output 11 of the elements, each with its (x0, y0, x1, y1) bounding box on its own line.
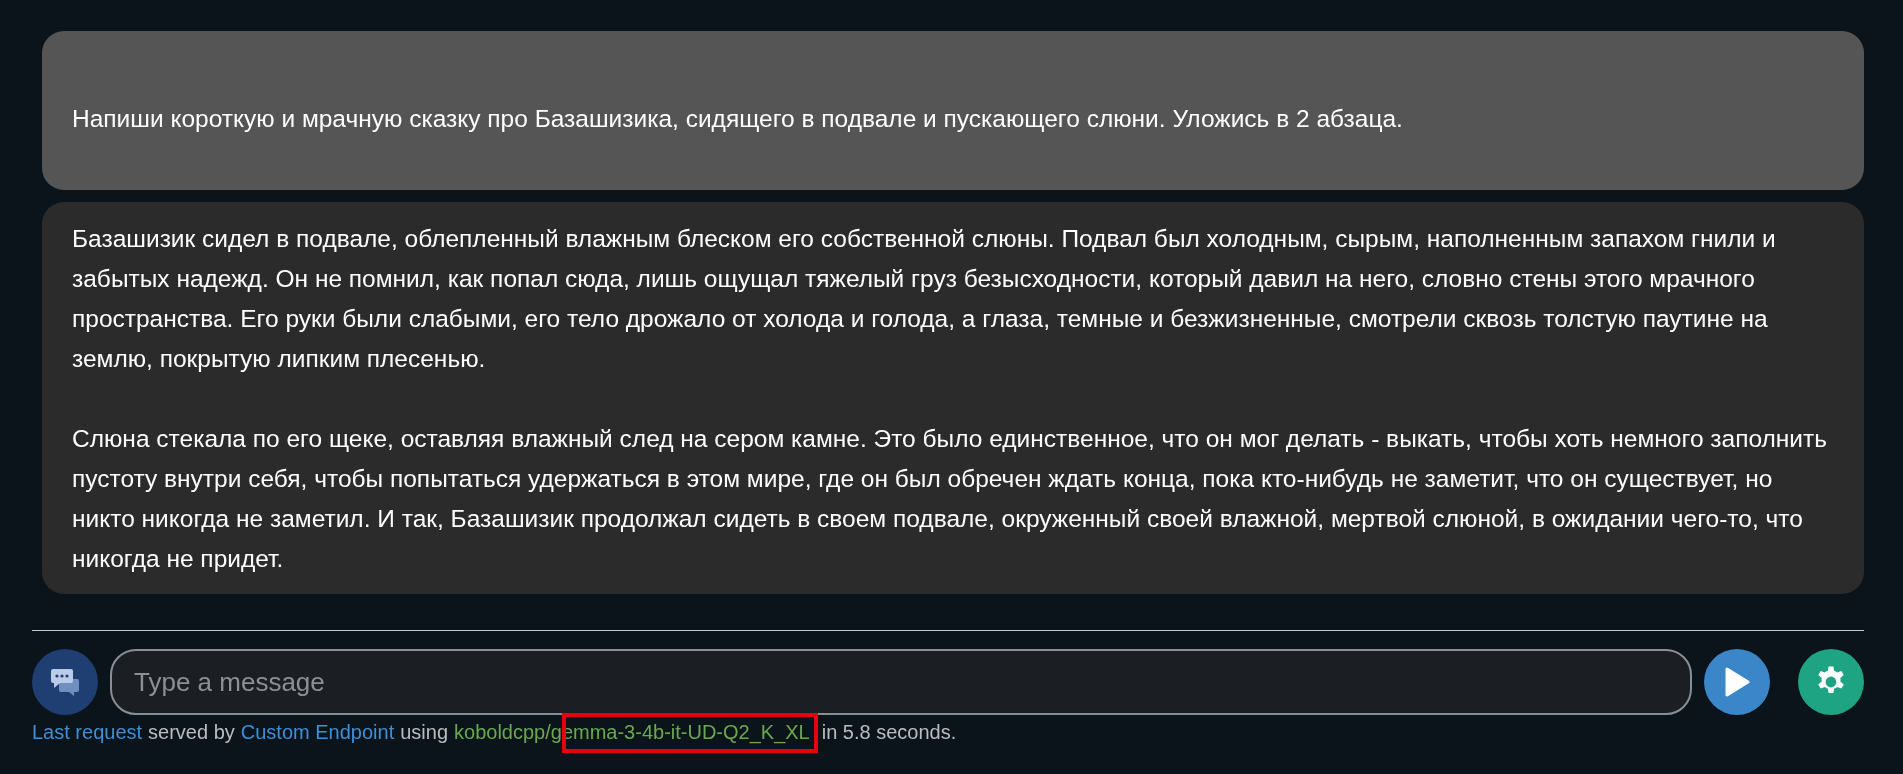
status-text: served by (148, 721, 235, 744)
play-icon (1724, 667, 1750, 697)
status-text: using (400, 721, 449, 744)
message-paragraph: Напиши короткую и мрачную сказку про Базашизика, сидящего в подвале и пускающего слюни. Уложись в 2 абзаца. (72, 104, 1404, 134)
chat-bubbles-icon (49, 667, 81, 697)
message-input[interactable]: Type a message (110, 649, 1692, 715)
status-link[interactable]: Custom Endpoint (240, 721, 395, 744)
status-text: in 5.8 seconds. (821, 721, 957, 744)
message-paragraph: Базашизик сидел в подвале, облепленный влажным блеском его собственной слюны. Подвал был холодным, сырым, наполненным запахом гнили и забытых надежд. Он не помнил, как попал сюда, лишь ощущал тяжелый груз безысходности, который давил на него, словно стены этого мрачного пространства. Его руки были слабыми, его тело дрожало от холода и голода, а глаза, темные и безжизненные, смотрели сквозь толстую паутине на землю, покрытую липким плесенью. (72, 224, 1777, 374)
message-paragraph: Слюна стекала по его щеке, оставляя влажный след на сером камне. Это было единственное, что он мог делать - выкать, чтобы хоть немного заполнить пустоту внутри себя, чтобы попытаться удержаться в этом мире, где он был обречен ждать конца, пока кто-нибудь не заметит, что он существует, но никто никогда не заметил. И так, Базашизик продолжал сидеть в своем подвале, окруженный своей влажной, мертвой слюной, в ожидании чего-то, что никогда не придет. (72, 424, 1829, 574)
status-link[interactable]: Last request (32, 721, 143, 744)
